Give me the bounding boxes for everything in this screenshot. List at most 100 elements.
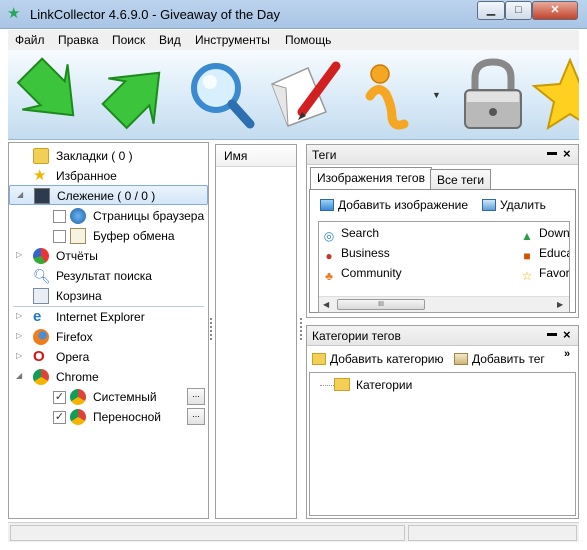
checkbox-checked[interactable]: ✓: [53, 411, 66, 424]
app-star-icon: ★: [7, 5, 21, 22]
tag-item-community[interactable]: ♣ Community: [321, 266, 402, 285]
scroll-left-icon[interactable]: ◀: [323, 300, 329, 309]
opera-icon: O: [33, 348, 45, 365]
delete-button[interactable]: Удалить: [482, 198, 546, 216]
toolbar-overflow-icon[interactable]: »: [564, 348, 570, 360]
tree-item-bookmarks[interactable]: Закладки ( 0 ): [9, 146, 208, 166]
tag-label: Search: [341, 226, 380, 240]
tab-body: Добавить изображение Удалить ◎ Search ● Bu…: [309, 189, 576, 313]
menu-view[interactable]: Вид: [159, 33, 181, 47]
add-image-icon: [320, 199, 334, 211]
tree-item-categories[interactable]: Категории: [334, 378, 412, 392]
clipboard-icon: [70, 228, 86, 244]
tag-item-favorites[interactable]: ☆ Favor: [519, 266, 570, 285]
close-icon[interactable]: ×: [563, 146, 571, 161]
tree-item-search-results[interactable]: 🔍︎ Результат поиска: [9, 266, 208, 286]
download-icon: ▲: [521, 229, 533, 243]
tree-item-chrome-portable[interactable]: ✓ Переносной ...: [9, 407, 208, 427]
collapse-arrow-icon[interactable]: ◢: [17, 190, 23, 199]
menu-search[interactable]: Поиск: [112, 33, 145, 47]
business-icon: ●: [325, 249, 333, 263]
tree-item-chrome[interactable]: ◢ Chrome: [9, 367, 208, 387]
green-arrow-down-icon[interactable]: [12, 54, 92, 136]
tree-item-label: Отчёты: [56, 249, 98, 263]
tree-item-label: Результат поиска: [56, 269, 152, 283]
tree-item-reports[interactable]: ▷ Отчёты: [9, 246, 208, 266]
tab-tag-images[interactable]: Изображения тегов: [310, 167, 432, 190]
scroll-right-icon[interactable]: ▶: [557, 300, 563, 309]
tree-item-ie[interactable]: ▷ e Internet Explorer: [9, 307, 208, 327]
close-button[interactable]: ✕: [532, 1, 578, 20]
edit-pencil-icon[interactable]: [266, 54, 346, 136]
tag-item-download[interactable]: ▲ Down: [519, 226, 569, 245]
green-arrow-up-icon[interactable]: [98, 54, 178, 136]
dropdown-arrow-icon[interactable]: ▼: [432, 90, 441, 100]
tree-panel: Закладки ( 0 ) ★ Избранное ◢ Слежение ( …: [8, 142, 209, 519]
tag-label: Favor: [539, 266, 570, 280]
add-category-button[interactable]: Добавить категорию: [312, 352, 444, 370]
tree-item-browser-pages[interactable]: Страницы браузера: [9, 206, 208, 226]
expand-arrow-icon[interactable]: ▷: [16, 351, 22, 360]
menu-help[interactable]: Помощь: [285, 33, 331, 47]
tag-item-education[interactable]: ■ Educa: [519, 246, 569, 265]
tag-label: Community: [341, 266, 402, 280]
splitter-grip[interactable]: [300, 318, 302, 340]
expand-arrow-icon[interactable]: ▷: [16, 311, 22, 320]
tag-image-list: ◎ Search ● Business ♣ Community ▲ Down ■ Educ…: [318, 221, 570, 313]
menu-file[interactable]: Файл: [15, 33, 45, 47]
tag-categories-panel: Категории тегов ▬ × Добавить категорию Д…: [306, 325, 579, 519]
add-image-button[interactable]: Добавить изображение: [320, 198, 468, 216]
tree-item-favorites[interactable]: ★ Избранное: [9, 166, 208, 186]
add-folder-icon: [312, 353, 326, 365]
scroll-thumb[interactable]: III: [337, 299, 425, 310]
maximize-button[interactable]: □: [505, 1, 532, 20]
education-icon: ■: [523, 249, 531, 263]
column-header-name[interactable]: Имя: [216, 145, 296, 167]
minimize-button[interactable]: ▁: [477, 1, 505, 20]
menu-tools[interactable]: Инструменты: [195, 33, 270, 47]
checkbox-checked[interactable]: ✓: [53, 391, 66, 404]
pin-icon[interactable]: ▬: [547, 328, 557, 339]
star-icon: ☆: [521, 269, 533, 283]
tree-item-tracking[interactable]: ◢ Слежение ( 0 / 0 ): [9, 185, 208, 205]
close-icon[interactable]: ×: [563, 327, 571, 342]
expand-arrow-icon[interactable]: ▷: [16, 331, 22, 340]
add-category-label: Добавить категорию: [330, 352, 444, 366]
tree-item-trash[interactable]: Корзина: [9, 286, 208, 306]
browse-button[interactable]: ...: [187, 388, 205, 405]
chrome-icon: [70, 409, 86, 425]
panel-header: Теги ▬ ×: [307, 145, 578, 165]
magnifier-icon[interactable]: [182, 54, 262, 136]
lock-icon[interactable]: [453, 54, 533, 136]
star-icon[interactable]: [530, 54, 579, 136]
tab-all-tags[interactable]: Все теги: [430, 169, 492, 190]
checkbox[interactable]: [53, 210, 66, 223]
splitter-grip[interactable]: [210, 318, 212, 340]
add-tag-label: Добавить тег: [472, 352, 545, 366]
tree-item-opera[interactable]: ▷ O Opera: [9, 347, 208, 367]
tree-item-label: Переносной: [93, 410, 161, 424]
expand-arrow-icon[interactable]: ▷: [16, 250, 22, 259]
add-tag-button[interactable]: Добавить тег: [454, 352, 545, 370]
trash-icon: [33, 288, 49, 304]
window-title: LinkCollector 4.6.9.0 - Giveaway of the …: [30, 7, 281, 22]
horizontal-scrollbar[interactable]: ◀ III ▶: [319, 296, 569, 312]
checkbox[interactable]: [53, 230, 66, 243]
browse-button[interactable]: ...: [187, 408, 205, 425]
globe-icon: [70, 208, 86, 224]
info-icon[interactable]: [358, 54, 438, 136]
collapse-arrow-icon[interactable]: ◢: [16, 371, 22, 380]
tree-item-firefox[interactable]: ▷ Firefox: [9, 327, 208, 347]
tag-item-business[interactable]: ● Business: [321, 246, 389, 265]
internet-explorer-icon: e: [33, 308, 42, 325]
delete-image-icon: [482, 199, 496, 211]
tree-item-label: Страницы браузера: [93, 209, 205, 223]
tag-item-search[interactable]: ◎ Search: [321, 226, 379, 245]
tree-line: [320, 385, 334, 386]
folder-icon: [33, 148, 49, 164]
tree-item-label: Системный: [93, 390, 157, 404]
tree-item-clipboard[interactable]: Буфер обмена: [9, 226, 208, 246]
menu-edit[interactable]: Правка: [58, 33, 99, 47]
pin-icon[interactable]: ▬: [547, 147, 557, 158]
tree-item-chrome-system[interactable]: ✓ Системный ...: [9, 387, 208, 407]
